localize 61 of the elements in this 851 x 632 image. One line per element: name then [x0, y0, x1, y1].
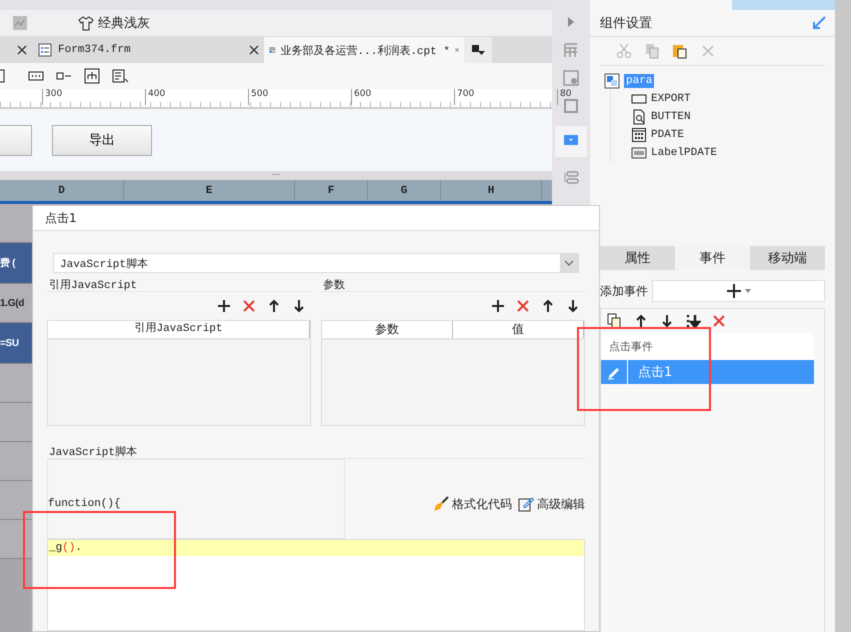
panel-title: 组件设置 [600, 15, 652, 32]
form-button[interactable]: 导出 [52, 124, 152, 156]
ruler-label: 500 [251, 89, 268, 99]
calendar-icon [631, 127, 647, 143]
label-icon [631, 145, 647, 161]
tree-item[interactable]: EXPORT [651, 93, 691, 105]
column-header[interactable]: D [0, 180, 124, 201]
container-icon [604, 73, 620, 89]
paste-icon[interactable] [672, 43, 688, 59]
column-header[interactable]: E [124, 180, 295, 201]
shirt-icon [78, 15, 94, 31]
column-header: 引用JavaScript [48, 321, 310, 338]
dropdown-widget-icon[interactable] [563, 132, 579, 148]
search-document-icon [631, 109, 647, 125]
ruler-label: 700 [457, 89, 474, 99]
tree-item[interactable]: LabelPDATE [651, 147, 718, 159]
script-type-select[interactable]: JavaScript脚本 [53, 253, 579, 273]
splitter-handle[interactable]: ... [0, 171, 552, 180]
add-icon[interactable] [490, 298, 506, 314]
broom-icon [433, 496, 449, 512]
tree-item[interactable]: PDATE [651, 129, 684, 141]
format-code-button[interactable]: 格式化代码 [433, 496, 512, 512]
column-header[interactable]: H [441, 180, 542, 201]
chart-search-icon[interactable] [12, 15, 28, 31]
edit-icon [518, 496, 534, 512]
delete-icon[interactable] [711, 313, 727, 329]
code-editor[interactable]: _g(). [47, 539, 585, 631]
ruler-label: 80 [560, 89, 572, 99]
section-title: JavaScript脚本 [49, 447, 138, 459]
ruler-label: 600 [354, 89, 372, 99]
ruler-label: 400 [148, 89, 166, 99]
ruler-label: 300 [45, 89, 62, 99]
close-icon[interactable] [249, 45, 259, 55]
move-bottom-icon[interactable] [685, 313, 701, 329]
event-group-label: 点击事件 [601, 333, 814, 360]
section-title: 参数 [323, 278, 345, 291]
add-icon[interactable] [216, 298, 232, 314]
column-header[interactable]: G [368, 180, 441, 201]
add-event-label: 添加事件 [600, 282, 648, 300]
code-text: function(){ [48, 498, 121, 510]
panel-tab[interactable]: 移动端 [750, 246, 825, 270]
close-icon[interactable] [17, 45, 27, 55]
plus-icon [726, 283, 742, 299]
tree-icon[interactable] [84, 68, 100, 84]
advanced-edit-button[interactable]: 高级编辑 [518, 496, 585, 512]
list-edit-icon[interactable] [112, 68, 128, 84]
form-file-icon [37, 42, 53, 58]
collapse-arrow-icon[interactable] [811, 15, 827, 31]
file-tab[interactable]: 业务部及各运营...利润表.cpt * [264, 37, 464, 63]
panel-tab[interactable]: 事件 [675, 246, 750, 270]
tree-item[interactable]: BUTTEN [651, 111, 691, 123]
column-header: 参数 [322, 321, 453, 338]
theme-button[interactable]: 经典浅灰 [78, 14, 150, 32]
caret-icon [744, 287, 752, 295]
column-header[interactable]: F [295, 180, 368, 201]
section-title: 引用JavaScript [49, 280, 138, 292]
delete-icon[interactable] [515, 298, 531, 314]
delete-icon[interactable] [241, 298, 257, 314]
copy-icon[interactable] [607, 313, 623, 329]
dialog-title: 点击1 [45, 210, 77, 226]
panel-tab[interactable]: 属性 [600, 246, 675, 270]
